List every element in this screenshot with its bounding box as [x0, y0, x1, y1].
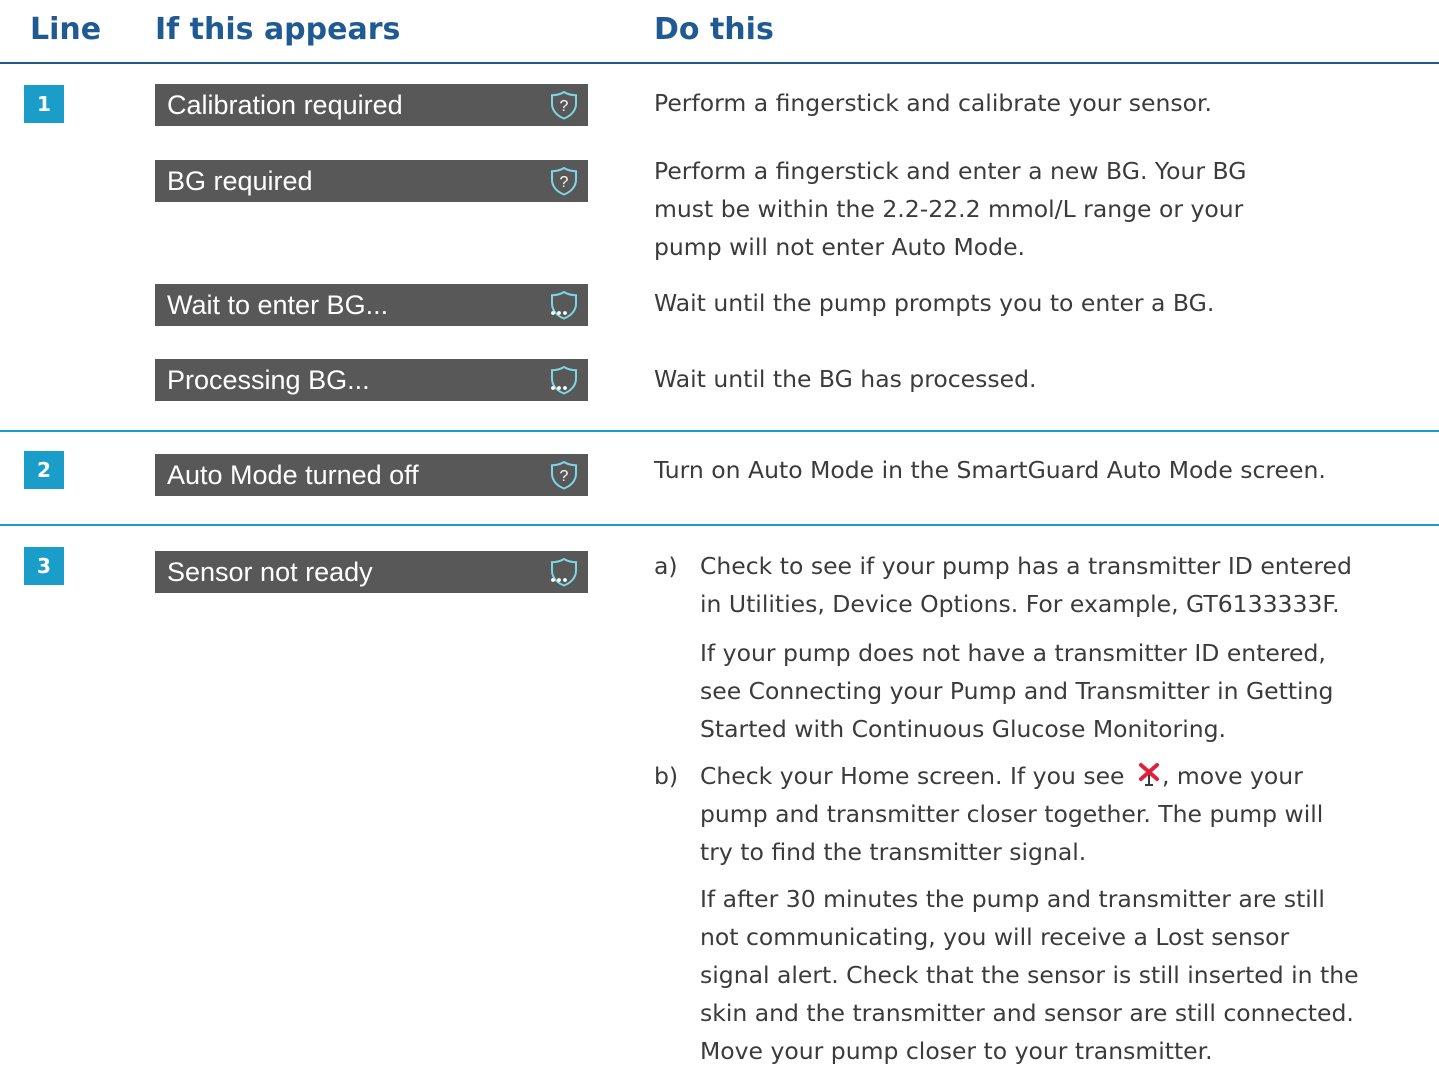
line-number-badge: 1	[24, 85, 64, 123]
step-note: If your pump does not have a transmitter…	[700, 634, 1436, 748]
note-line: not communicating, you will receive a Lo…	[700, 923, 1290, 951]
pump-message-bar: Wait to enter BG...	[155, 284, 588, 326]
action-line: Perform a fingerstick and enter a new BG…	[654, 157, 1247, 185]
pump-message-bar: BG required	[155, 160, 588, 202]
note-line: skin and the transmitter and sensor are …	[700, 999, 1354, 1027]
note-line: If your pump does not have a transmitter…	[700, 639, 1326, 667]
step-line-end: , move your	[1161, 762, 1303, 790]
note-line: If after 30 minutes the pump and transmi…	[700, 885, 1325, 913]
step-line: try to find the transmitter signal.	[700, 838, 1087, 866]
shield-question-icon	[549, 90, 579, 120]
step-text: Check to see if your pump has a transmit…	[700, 547, 1436, 623]
pump-message-bar: Calibration required	[155, 84, 588, 126]
shield-dots-icon	[549, 290, 579, 320]
note-line: see Connecting your Pump and Transmitter…	[700, 677, 1334, 705]
line-number-badge: 2	[24, 451, 64, 489]
action-line: must be within the 2.2-22.2 mmol/L range…	[654, 195, 1244, 223]
column-header-line: Line	[30, 12, 102, 47]
pump-message-bar: Processing BG...	[155, 359, 588, 401]
row-divider	[0, 430, 1439, 432]
pump-message-text: Auto Mode turned off	[167, 459, 419, 490]
pump-message-text: Processing BG...	[167, 364, 370, 395]
step-text: Check your Home screen. If you see , mov…	[700, 757, 1436, 871]
antenna-red-x-icon	[1138, 763, 1159, 786]
action-text: Wait until the BG has processed.	[654, 365, 1037, 393]
step-note: If after 30 minutes the pump and transmi…	[700, 880, 1436, 1070]
step-line: in Utilities, Device Options. For exampl…	[700, 590, 1340, 618]
header-divider	[0, 62, 1439, 64]
shield-dots-icon	[549, 365, 579, 395]
step-line: pump and transmitter closer together. Th…	[700, 800, 1324, 828]
action-line: pump will not enter Auto Mode.	[654, 233, 1026, 261]
pump-message-text: Calibration required	[167, 89, 403, 120]
step-marker: a)	[654, 552, 678, 580]
step-line-start: Check your Home screen. If you see	[700, 762, 1125, 790]
column-header-if-this-appears: If this appears	[155, 12, 401, 47]
note-line: Move your pump closer to your transmitte…	[700, 1037, 1213, 1065]
step-marker: b)	[654, 762, 679, 790]
action-text: Perform a fingerstick and enter a new BG…	[654, 152, 1434, 266]
shield-question-icon	[549, 460, 579, 490]
line-number-badge: 3	[24, 547, 64, 585]
action-text: Turn on Auto Mode in the SmartGuard Auto…	[654, 456, 1326, 484]
note-line: Started with Continuous Glucose Monitori…	[700, 715, 1227, 743]
step-line: Check to see if your pump has a transmit…	[700, 552, 1352, 580]
pump-message-bar: Auto Mode turned off	[155, 454, 588, 496]
action-text: Perform a fingerstick and calibrate your…	[654, 89, 1212, 117]
pump-message-bar: Sensor not ready	[155, 551, 588, 593]
note-line: signal alert. Check that the sensor is s…	[700, 961, 1359, 989]
step-line: Check your Home screen. If you see , mov…	[700, 757, 1436, 795]
row-divider	[0, 524, 1439, 526]
column-header-do-this: Do this	[654, 12, 774, 47]
pump-message-text: BG required	[167, 165, 313, 196]
action-text: Wait until the pump prompts you to enter…	[654, 289, 1215, 317]
pump-message-text: Sensor not ready	[167, 556, 373, 587]
shield-dots-icon	[549, 557, 579, 587]
pump-message-text: Wait to enter BG...	[167, 289, 389, 320]
shield-question-icon	[549, 166, 579, 196]
